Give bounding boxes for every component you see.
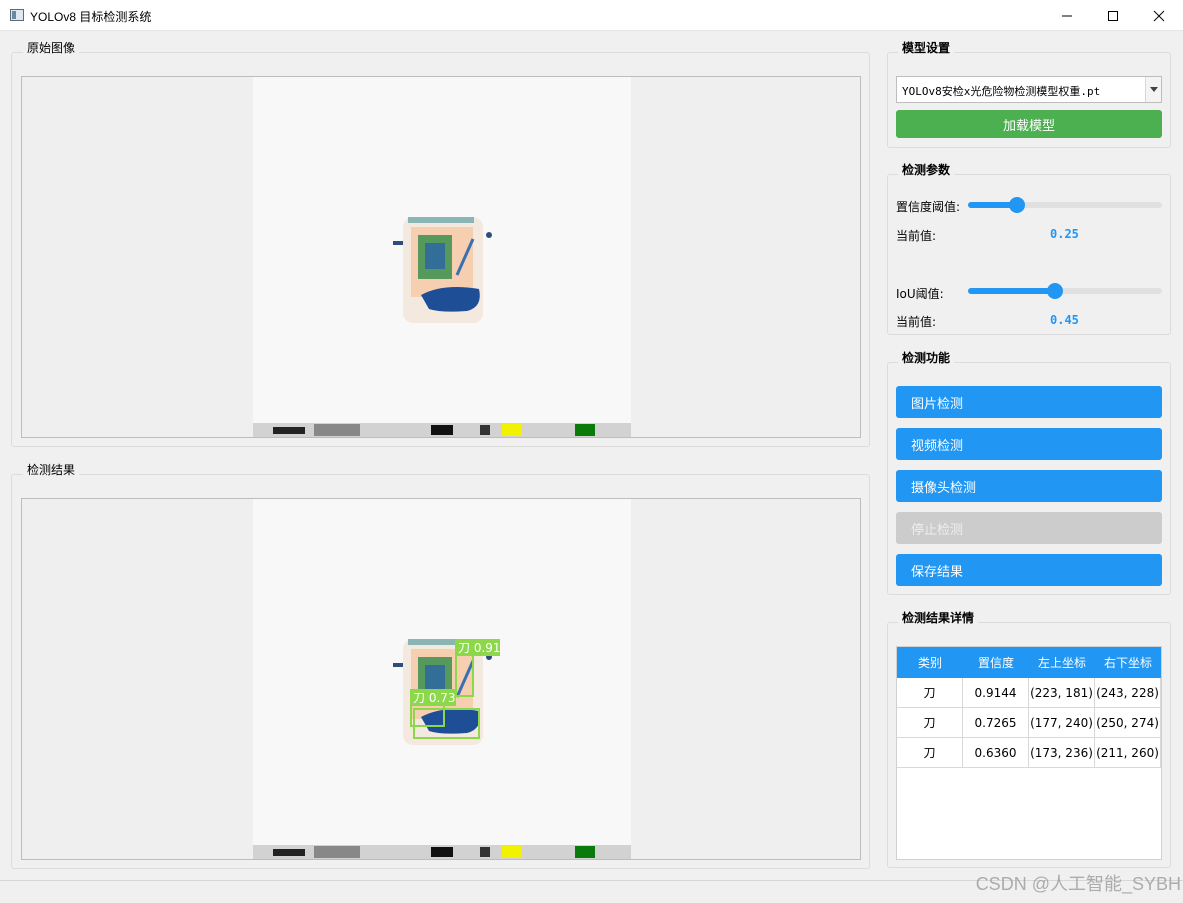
confidence-current-label: 当前值: [896, 229, 937, 243]
column-header-top-left[interactable]: 左上坐标 [1029, 647, 1095, 678]
dropdown-arrow-icon[interactable] [1145, 77, 1161, 102]
table-cell: 刀 [897, 738, 963, 767]
result-image-label: 检测结果 [23, 461, 80, 478]
iou-slider-fill [968, 288, 1056, 294]
camera-detect-button[interactable]: 摄像头检测 [896, 470, 1162, 502]
table-row[interactable]: 刀 0.6360 (173, 236) (211, 260) [897, 738, 1161, 768]
table-row[interactable]: 刀 0.9144 (223, 181) (243, 228) [897, 678, 1161, 708]
detection-functions-label: 检测功能 [898, 349, 955, 366]
watermark: CSDN @人工智能_SYBH [975, 874, 1181, 894]
table-cell: 0.6360 [963, 738, 1029, 767]
table-cell: (173, 236) [1029, 738, 1095, 767]
save-result-button[interactable]: 保存结果 [896, 554, 1162, 586]
iou-current-label: 当前值: [896, 315, 937, 329]
table-cell: 刀 [897, 708, 963, 737]
original-xray-image [253, 77, 631, 437]
confidence-slider-handle[interactable] [1008, 197, 1025, 213]
table-cell: (250, 274) [1095, 708, 1161, 737]
table-cell: (211, 260) [1095, 738, 1161, 767]
table-cell: 刀 [897, 678, 963, 707]
table-cell: 0.7265 [963, 708, 1029, 737]
detection-label: 刀 0.91 [458, 641, 501, 655]
app-icon [10, 9, 24, 21]
confidence-current-value: 0.25 [1050, 227, 1079, 241]
xray-info-strip [253, 423, 631, 437]
result-xray-image: 刀 0.91 刀 0.73 [253, 499, 631, 859]
stop-detect-button[interactable]: 停止检测 [896, 512, 1162, 544]
iou-label: IoU阈值: [896, 287, 944, 301]
detection-params-label: 检测参数 [898, 161, 955, 178]
original-image-frame [21, 76, 861, 438]
minimize-icon [1062, 15, 1072, 16]
detection-details-table: 类别 置信度 左上坐标 右下坐标 刀 0.9144 (223, 181) (24… [896, 646, 1162, 860]
xray-info-strip [253, 845, 631, 859]
confidence-label: 置信度阈值: [896, 200, 961, 214]
column-header-bottom-right[interactable]: 右下坐标 [1095, 647, 1161, 678]
window-title: YOLOv8 目标检测系统 [30, 10, 152, 24]
table-cell: 0.9144 [963, 678, 1029, 707]
minimize-button[interactable] [1044, 0, 1090, 31]
iou-current-value: 0.45 [1050, 313, 1079, 327]
column-header-class[interactable]: 类别 [897, 647, 963, 678]
model-weight-select[interactable]: YOLOv8安检x光危险物检测模型权重.pt [896, 76, 1162, 103]
table-cell: (243, 228) [1095, 678, 1161, 707]
table-header: 类别 置信度 左上坐标 右下坐标 [897, 647, 1161, 678]
result-image-frame: 刀 0.91 刀 0.73 [21, 498, 861, 860]
iou-slider[interactable] [968, 283, 1162, 299]
table-row[interactable]: 刀 0.7265 (177, 240) (250, 274) [897, 708, 1161, 738]
table-cell: (223, 181) [1029, 678, 1095, 707]
model-weight-value: YOLOv8安检x光危险物检测模型权重.pt [902, 85, 1101, 98]
title-bar: YOLOv8 目标检测系统 [0, 0, 1183, 31]
load-model-button[interactable]: 加载模型 [896, 110, 1162, 138]
column-header-confidence[interactable]: 置信度 [963, 647, 1029, 678]
close-button[interactable] [1136, 0, 1182, 31]
model-settings-label: 模型设置 [898, 39, 955, 56]
detection-details-label: 检测结果详情 [898, 609, 979, 626]
maximize-button[interactable] [1090, 0, 1136, 31]
confidence-slider[interactable] [968, 197, 1162, 213]
video-detect-button[interactable]: 视频检测 [896, 428, 1162, 460]
close-icon [1153, 10, 1165, 21]
detection-label: 刀 0.73 [413, 691, 456, 705]
image-detect-button[interactable]: 图片检测 [896, 386, 1162, 418]
maximize-icon [1108, 10, 1118, 21]
table-cell: (177, 240) [1029, 708, 1095, 737]
original-image-label: 原始图像 [23, 39, 80, 56]
